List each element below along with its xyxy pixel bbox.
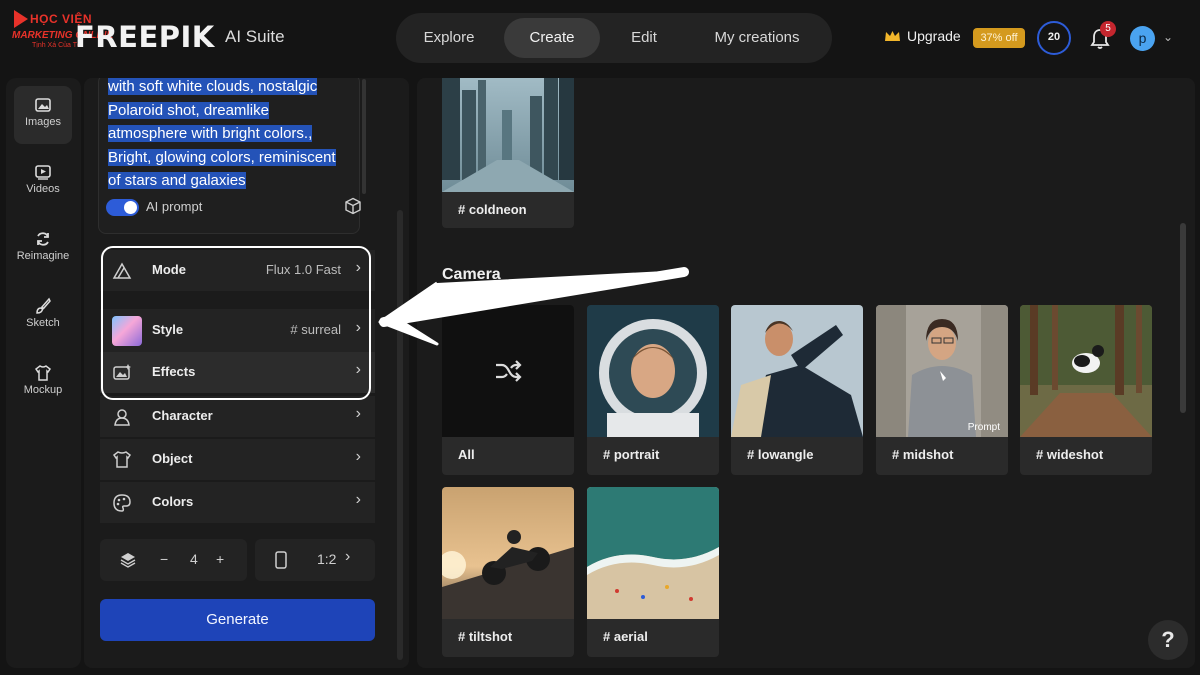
- rail-label: Reimagine: [16, 250, 70, 262]
- gallery-card-wideshot[interactable]: # wideshot: [1020, 305, 1152, 475]
- tab-edit[interactable]: Edit: [610, 18, 678, 58]
- main-nav: Explore Create Edit My creations: [396, 13, 832, 63]
- gallery-card-lowangle[interactable]: # lowangle: [731, 305, 863, 475]
- rail-label: Sketch: [26, 317, 60, 329]
- tab-my-creations[interactable]: My creations: [696, 18, 818, 58]
- increment-button[interactable]: +: [216, 551, 224, 567]
- gallery-card-all[interactable]: All: [442, 305, 574, 475]
- ai-prompt-label: AI prompt: [146, 199, 203, 214]
- gallery-card-aerial[interactable]: # aerial: [587, 487, 719, 657]
- wideshot-image: [1020, 305, 1152, 437]
- option-object[interactable]: Object ›: [100, 439, 375, 480]
- chevron-right-icon: ›: [355, 448, 361, 465]
- card-label: # midshot: [892, 447, 954, 462]
- crown-icon: [885, 31, 900, 41]
- phone-icon: [275, 551, 287, 569]
- rail-label: Images: [24, 116, 62, 128]
- gallery-card-tiltshot[interactable]: # tiltshot: [442, 487, 574, 657]
- cube-icon[interactable]: [344, 197, 362, 215]
- upgrade-label: Upgrade: [907, 28, 961, 44]
- top-bar: HỌC VIỆN MARKETING ONLINE Tịnh Xá Của Tô…: [0, 0, 1200, 76]
- aerial-image: [587, 487, 719, 619]
- play-icon: [14, 10, 28, 28]
- generate-button[interactable]: Generate: [100, 599, 375, 641]
- video-icon: [35, 165, 51, 180]
- option-character[interactable]: Character ›: [100, 396, 375, 437]
- image-count-value: 4: [190, 551, 198, 567]
- card-label: # portrait: [603, 447, 660, 462]
- option-colors[interactable]: Colors ›: [100, 482, 375, 523]
- rail-label: Mockup: [23, 384, 63, 396]
- gallery-card-portrait[interactable]: # portrait: [587, 305, 719, 475]
- chevron-right-icon: ›: [345, 548, 351, 565]
- upgrade-button[interactable]: Upgrade: [884, 28, 961, 44]
- tiltshot-image: [442, 487, 574, 619]
- gallery-card-midshot[interactable]: Prompt # midshot: [876, 305, 1008, 475]
- avatar[interactable]: p: [1130, 26, 1155, 51]
- brand-logo[interactable]: FREEPIK: [75, 20, 215, 54]
- aspect-ratio-select[interactable]: 1:2 ›: [255, 539, 375, 581]
- card-label: # wideshot: [1036, 447, 1104, 462]
- chevron-right-icon: ›: [355, 405, 361, 422]
- prompt-textarea[interactable]: with soft white clouds, nostalgic Polaro…: [98, 78, 366, 234]
- lowangle-image: [731, 305, 863, 437]
- card-label: All: [458, 447, 475, 462]
- rail-item-videos[interactable]: Videos: [14, 153, 72, 211]
- brush-icon: [36, 297, 51, 314]
- tab-explore[interactable]: Explore: [404, 18, 494, 58]
- option-label: Character: [152, 408, 213, 423]
- option-label: Colors: [152, 494, 194, 509]
- aspect-ratio-value: 1:2: [317, 551, 337, 567]
- card-label: # aerial: [603, 629, 648, 644]
- chevron-right-icon: ›: [355, 491, 361, 508]
- prompt-line: Polaroid shot, dreamlike: [108, 101, 269, 119]
- gallery-card-coldneon[interactable]: # coldneon: [442, 78, 574, 228]
- prompt-text[interactable]: with soft white clouds, nostalgic Polaro…: [108, 78, 358, 193]
- prompt-line: Bright, glowing colors, reminiscent: [108, 148, 336, 166]
- prompt-scrollbar[interactable]: [362, 79, 366, 194]
- prompt-line: of stars and galaxies: [108, 172, 246, 190]
- tab-create[interactable]: Create: [504, 18, 600, 58]
- discount-badge: 37% off: [973, 28, 1025, 48]
- layers-icon: [120, 553, 136, 568]
- prompt-line: atmosphere with bright colors.,: [108, 125, 313, 143]
- image-icon: [35, 98, 51, 112]
- character-icon: [114, 409, 130, 426]
- coldneon-image: [442, 78, 574, 192]
- rail-item-mockup[interactable]: Mockup: [14, 354, 72, 412]
- suite-label: AI Suite: [225, 27, 285, 46]
- credits-counter[interactable]: 20: [1037, 21, 1071, 55]
- prompt-line: with soft white clouds, nostalgic: [108, 78, 318, 95]
- notification-badge: 5: [1100, 21, 1116, 37]
- shirt-icon: [34, 365, 52, 381]
- card-label: # coldneon: [458, 202, 527, 217]
- gallery-scrollbar[interactable]: [1180, 223, 1186, 413]
- panel-scrollbar[interactable]: [397, 210, 403, 660]
- image-count-stepper: − 4 +: [100, 539, 247, 581]
- midshot-image: [876, 305, 1008, 437]
- rail-item-images[interactable]: Images: [14, 86, 72, 144]
- card-label: # lowangle: [747, 447, 814, 462]
- card-label: # tiltshot: [458, 629, 513, 644]
- gallery: # coldneon Camera All # portrait # lowan…: [417, 78, 1195, 668]
- left-rail: Images Videos Reimagine Sketch Mockup: [6, 78, 81, 668]
- annotation-highlight-box: [101, 246, 371, 400]
- shuffle-icon: [496, 360, 522, 382]
- chevron-down-icon[interactable]: ⌄: [1163, 30, 1173, 44]
- prompt-chip[interactable]: Prompt: [968, 422, 1000, 433]
- object-icon: [112, 451, 132, 468]
- rail-item-reimagine[interactable]: Reimagine: [14, 220, 72, 278]
- rail-label: Videos: [26, 183, 60, 195]
- rail-item-sketch[interactable]: Sketch: [14, 287, 72, 345]
- refresh-icon: [37, 232, 49, 246]
- ai-prompt-toggle[interactable]: [106, 199, 139, 216]
- section-title-camera: Camera: [442, 266, 501, 283]
- option-label: Object: [152, 451, 193, 466]
- portrait-image: [587, 305, 719, 437]
- help-button[interactable]: ?: [1148, 620, 1188, 660]
- palette-icon: [113, 494, 131, 512]
- decrement-button[interactable]: −: [160, 551, 168, 567]
